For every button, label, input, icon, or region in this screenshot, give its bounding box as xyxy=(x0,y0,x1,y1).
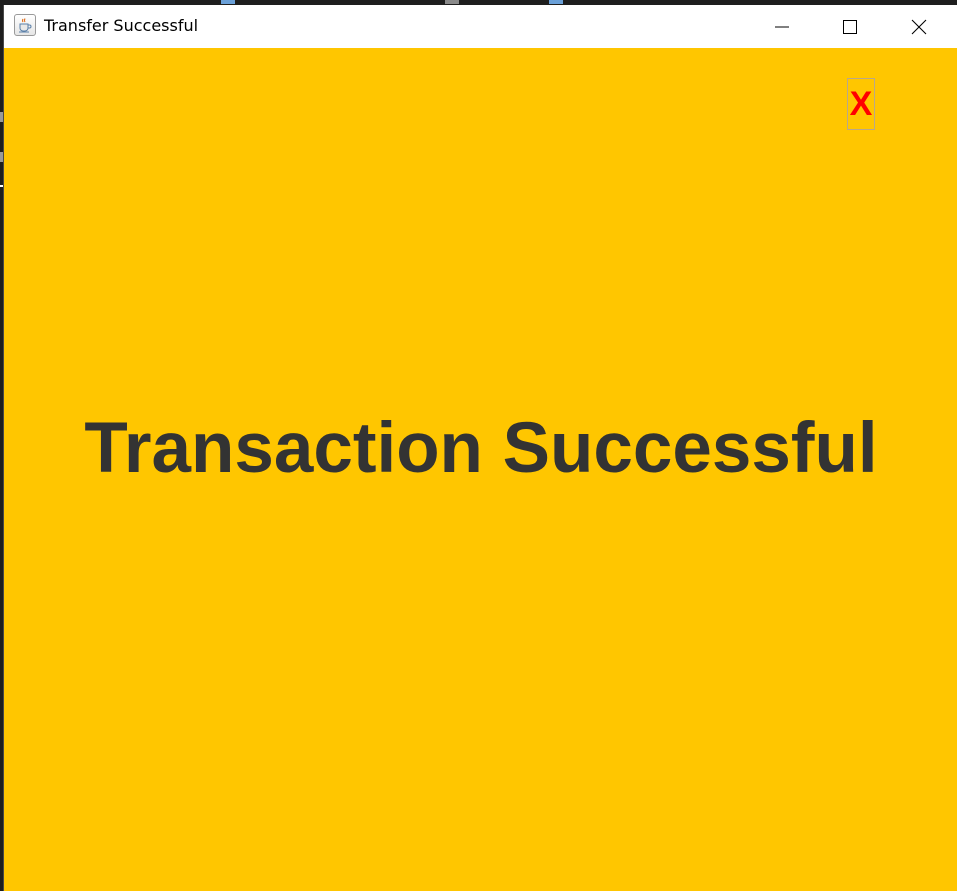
transfer-successful-window: Transfer Successful X Transaction Succes… xyxy=(3,5,957,891)
java-cup-icon[interactable] xyxy=(14,14,36,36)
close-icon xyxy=(911,19,927,34)
title-bar[interactable]: Transfer Successful xyxy=(4,5,957,48)
taskbar-marker xyxy=(549,0,563,4)
taskbar-marker xyxy=(221,0,235,4)
success-message: Transaction Successful xyxy=(84,409,878,488)
maximize-button[interactable] xyxy=(816,5,884,48)
content-panel: X Transaction Successful xyxy=(4,48,957,891)
minimize-icon xyxy=(775,26,789,27)
taskbar-marker xyxy=(445,0,459,4)
window-title: Transfer Successful xyxy=(44,16,199,35)
minimize-button[interactable] xyxy=(748,5,816,48)
dismiss-button[interactable]: X xyxy=(847,78,875,130)
maximize-icon xyxy=(843,19,857,34)
close-button[interactable] xyxy=(885,5,953,48)
